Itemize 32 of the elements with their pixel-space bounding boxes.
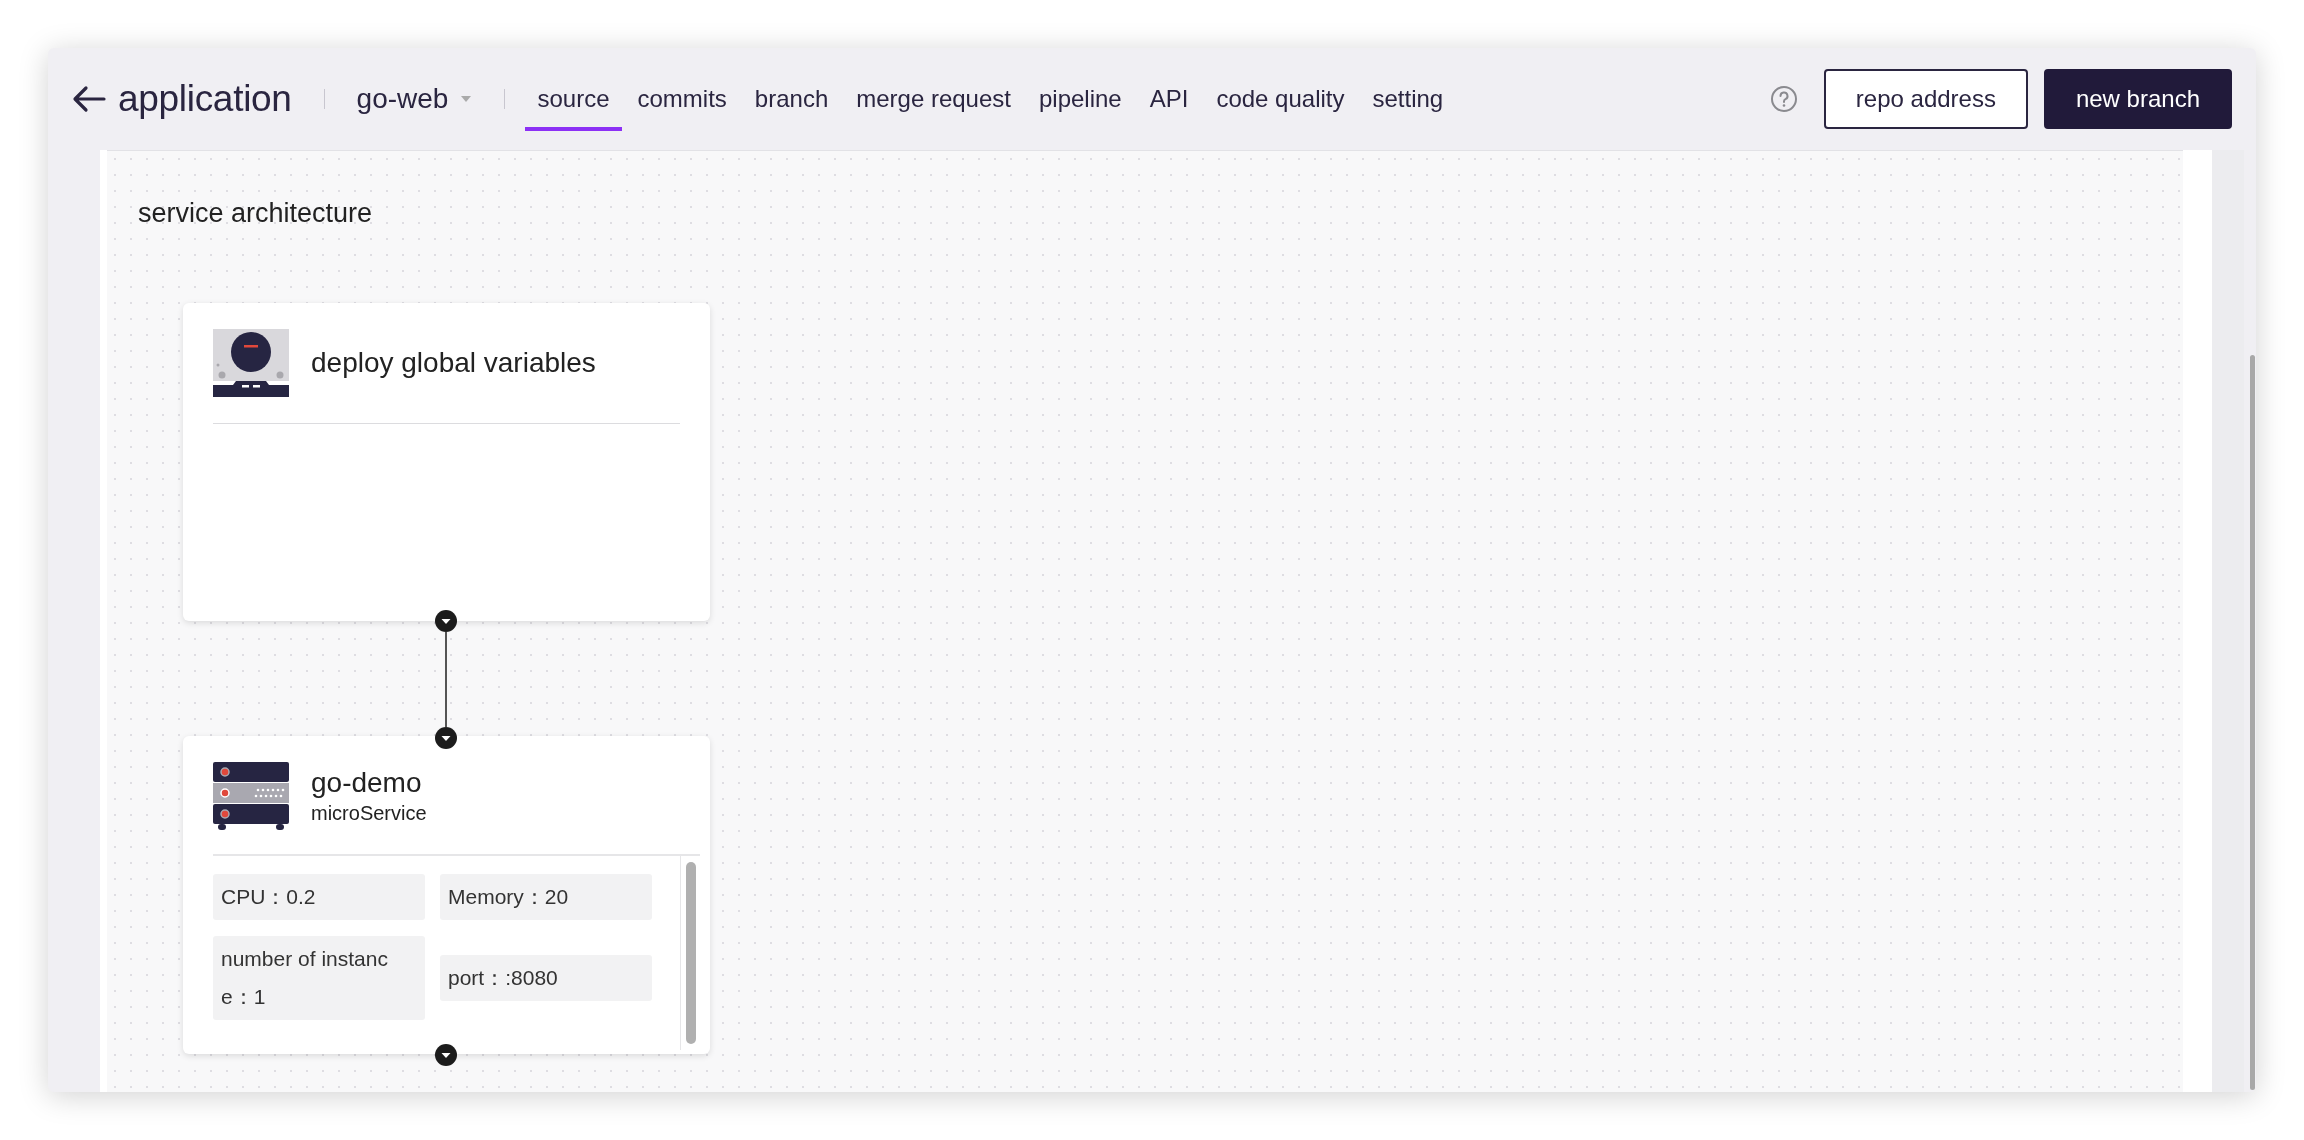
property-chip: port：:8080 — [440, 955, 652, 1001]
port-handle-icon[interactable] — [435, 610, 457, 632]
nav-tab[interactable]: commits — [625, 67, 739, 131]
server-icon — [213, 762, 289, 830]
back-arrow-icon[interactable] — [72, 85, 106, 113]
console-icon — [213, 329, 289, 397]
nav-tab[interactable]: setting — [1360, 67, 1456, 131]
help-icon[interactable] — [1769, 85, 1798, 113]
project-dropdown[interactable]: go-web — [356, 78, 473, 120]
repo-address-button[interactable]: repo address — [1823, 69, 2028, 129]
port-handle-icon[interactable] — [435, 1044, 457, 1066]
nav-tab[interactable]: API — [1137, 67, 1201, 131]
page-title: application — [118, 77, 292, 122]
section-title: service architecture — [138, 197, 373, 230]
new-branch-button[interactable]: new branch — [2043, 69, 2232, 129]
node-card[interactable]: deploy global variables — [183, 303, 710, 621]
scrollbar-thumb[interactable] — [685, 862, 696, 1044]
node-title: go-demo — [311, 766, 423, 800]
node-title: deploy global variables — [311, 346, 596, 380]
port-handle-icon[interactable] — [435, 727, 457, 749]
nav-tab[interactable]: source — [525, 67, 622, 131]
nav-tab[interactable]: code quality — [1204, 67, 1357, 131]
property-chip: CPU：0.2 — [213, 874, 425, 920]
nav-tab[interactable]: merge request — [844, 67, 1023, 131]
node-type: microService — [311, 801, 427, 826]
nav-tab[interactable]: branch — [742, 67, 841, 131]
scrollbar-thumb[interactable] — [2250, 355, 2255, 1090]
property-chip: number of instance：1 — [213, 936, 425, 1020]
node-card[interactable]: go-demo microService CPU：0.2 Memory：20 number of instance：1 port：:8080 — [183, 736, 710, 1054]
caret-icon — [460, 95, 473, 103]
nav-tab[interactable]: pipeline — [1027, 67, 1134, 131]
property-chip: Memory：20 — [440, 874, 652, 920]
